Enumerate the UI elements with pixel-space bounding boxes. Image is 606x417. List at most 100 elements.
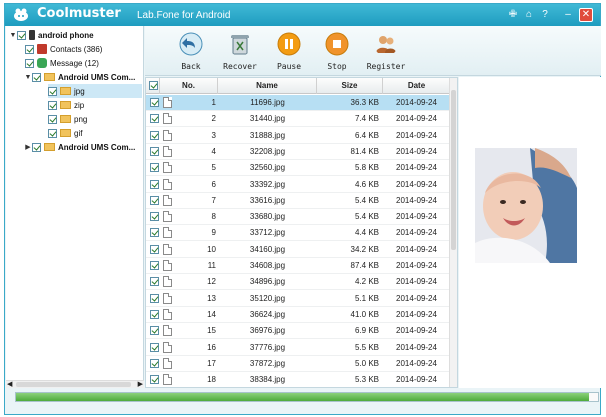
tree-label: Contacts (386) [50, 44, 103, 54]
cell-size: 4.6 KB [354, 179, 379, 189]
close-icon[interactable]: ✕ [579, 8, 593, 22]
table-row[interactable]: 8 33680.jpg 5.4 KB 2014-09-24 [146, 209, 450, 226]
header-date[interactable]: Date [383, 78, 450, 94]
cell-size: 34.2 KB [350, 244, 379, 254]
header-size[interactable]: Size [317, 78, 383, 94]
row-checkbox[interactable] [150, 130, 159, 140]
table-row[interactable]: 11 34608.jpg 87.4 KB 2014-09-24 [146, 258, 450, 274]
checkbox[interactable] [25, 44, 34, 54]
table-row[interactable]: 3 31888.jpg 6.4 KB 2014-09-24 [146, 128, 450, 144]
select-all-header[interactable] [146, 78, 160, 94]
row-checkbox[interactable] [150, 261, 159, 270]
table-row[interactable]: 1 11696.jpg 36.3 KB 2014-09-24 [146, 95, 450, 111]
row-checkbox[interactable] [150, 309, 159, 319]
table-row[interactable]: 2 31440.jpg 7.4 KB 2014-09-24 [146, 111, 450, 128]
cell-name: 33392.jpg [249, 179, 286, 189]
recover-button[interactable]: Recover [218, 32, 262, 71]
header-no[interactable]: No. [160, 78, 218, 94]
app-window: Coolmuster Lab.Fone for Android ✙ ⌂ ? – … [4, 3, 601, 415]
cell-no: 8 [211, 212, 216, 222]
folder-icon [44, 73, 55, 81]
cell-size: 4.4 KB [354, 228, 379, 238]
table-vertical-scrollbar[interactable] [449, 78, 457, 387]
checkbox[interactable] [32, 142, 41, 152]
cell-no: 17 [207, 358, 216, 368]
header-name[interactable]: Name [218, 78, 317, 94]
tree-label: jpg [74, 86, 85, 96]
cell-date: 2014-09-24 [396, 130, 437, 140]
table-row[interactable]: 15 36976.jpg 6.9 KB 2014-09-24 [146, 323, 450, 340]
table-row[interactable]: 16 37776.jpg 5.5 KB 2014-09-24 [146, 340, 450, 356]
tree-label: Android UMS Com... [58, 72, 136, 82]
row-checkbox[interactable] [150, 179, 159, 189]
row-checkbox[interactable] [150, 358, 159, 368]
row-checkbox[interactable] [150, 244, 159, 254]
row-checkbox[interactable] [150, 212, 159, 222]
checkbox[interactable] [48, 128, 57, 138]
tree-node-jpg[interactable]: jpg [48, 84, 142, 98]
table-row[interactable]: 4 32208.jpg 81.4 KB 2014-09-24 [146, 144, 450, 160]
checkbox[interactable] [48, 86, 57, 96]
pause-button[interactable]: Pause [267, 32, 311, 71]
pin-icon[interactable]: ✙ [506, 8, 520, 22]
row-checkbox[interactable] [150, 326, 159, 336]
tree-node-contacts[interactable]: Contacts (386) [25, 42, 102, 56]
cell-name: 32208.jpg [249, 146, 286, 156]
row-checkbox[interactable] [150, 163, 159, 173]
scrollbar-thumb[interactable] [451, 90, 456, 250]
table-row[interactable]: 12 34896.jpg 4.2 KB 2014-09-24 [146, 274, 450, 291]
checkbox[interactable] [32, 72, 41, 82]
select-all-checkbox[interactable] [149, 81, 158, 90]
help-icon[interactable]: ? [538, 8, 552, 22]
back-button[interactable]: Back [169, 32, 213, 71]
tree-node-zip[interactable]: zip [48, 98, 84, 112]
table-row[interactable]: 7 33616.jpg 5.4 KB 2014-09-24 [146, 193, 450, 209]
table-row[interactable]: 14 36624.jpg 41.0 KB 2014-09-24 [146, 307, 450, 323]
checkbox[interactable] [48, 100, 57, 110]
tree-horizontal-scrollbar[interactable]: ◀ ▶ [6, 380, 144, 388]
row-checkbox[interactable] [150, 114, 159, 124]
table-row[interactable]: 17 37872.jpg 5.0 KB 2014-09-24 [146, 356, 450, 372]
row-checkbox[interactable] [150, 228, 159, 238]
checkbox[interactable] [48, 114, 57, 124]
tree-node-png[interactable]: png [48, 112, 87, 126]
register-button[interactable]: Register [364, 32, 408, 71]
row-checkbox[interactable] [150, 98, 159, 107]
row-checkbox[interactable] [150, 195, 159, 205]
cell-name: 37776.jpg [249, 342, 286, 352]
row-checkbox[interactable] [150, 375, 159, 385]
scrollbar-thumb[interactable] [16, 382, 131, 387]
checkbox[interactable] [25, 58, 34, 68]
tree-label: gif [74, 128, 83, 138]
cell-no: 6 [211, 179, 216, 189]
row-checkbox[interactable] [150, 293, 159, 303]
tree-node-message[interactable]: Message (12) [25, 56, 99, 70]
checkbox[interactable] [17, 30, 26, 40]
cell-date: 2014-09-24 [396, 261, 437, 270]
stop-button[interactable]: Stop [315, 32, 359, 71]
tree-node-gif[interactable]: gif [48, 126, 82, 140]
tree-node-android-phone[interactable]: ▼ android phone [9, 28, 94, 42]
home-icon[interactable]: ⌂ [522, 8, 536, 22]
row-checkbox[interactable] [150, 146, 159, 156]
expand-arrow-icon[interactable]: ▶ [24, 143, 32, 151]
scroll-right-icon[interactable]: ▶ [138, 380, 143, 388]
tree-node-android-ums-1[interactable]: ▼ Android UMS Com... [24, 70, 135, 84]
minimize-icon[interactable]: – [561, 8, 575, 22]
scroll-left-icon[interactable]: ◀ [7, 380, 12, 388]
cell-name: 37872.jpg [249, 358, 286, 368]
table-row[interactable]: 10 34160.jpg 34.2 KB 2014-09-24 [146, 242, 450, 258]
table-row[interactable]: 5 32560.jpg 5.8 KB 2014-09-24 [146, 160, 450, 177]
table-row[interactable]: 9 33712.jpg 4.4 KB 2014-09-24 [146, 225, 450, 242]
table-row[interactable]: 6 33392.jpg 4.6 KB 2014-09-24 [146, 177, 450, 193]
app-logo-icon [14, 8, 28, 21]
table-row[interactable]: 13 35120.jpg 5.1 KB 2014-09-24 [146, 291, 450, 307]
table-row[interactable]: 18 38384.jpg 5.3 KB 2014-09-24 [146, 372, 450, 387]
expand-arrow-icon[interactable]: ▼ [9, 32, 17, 39]
row-checkbox[interactable] [150, 342, 159, 352]
row-checkbox[interactable] [150, 277, 159, 287]
tree-node-android-ums-2[interactable]: ▶ Android UMS Com... [24, 140, 135, 154]
expand-arrow-icon[interactable]: ▼ [24, 74, 32, 81]
cell-name: 34608.jpg [249, 261, 286, 270]
file-table: No. Name Size Date 1 11696.jpg 36.3 KB 2014… [145, 77, 458, 388]
